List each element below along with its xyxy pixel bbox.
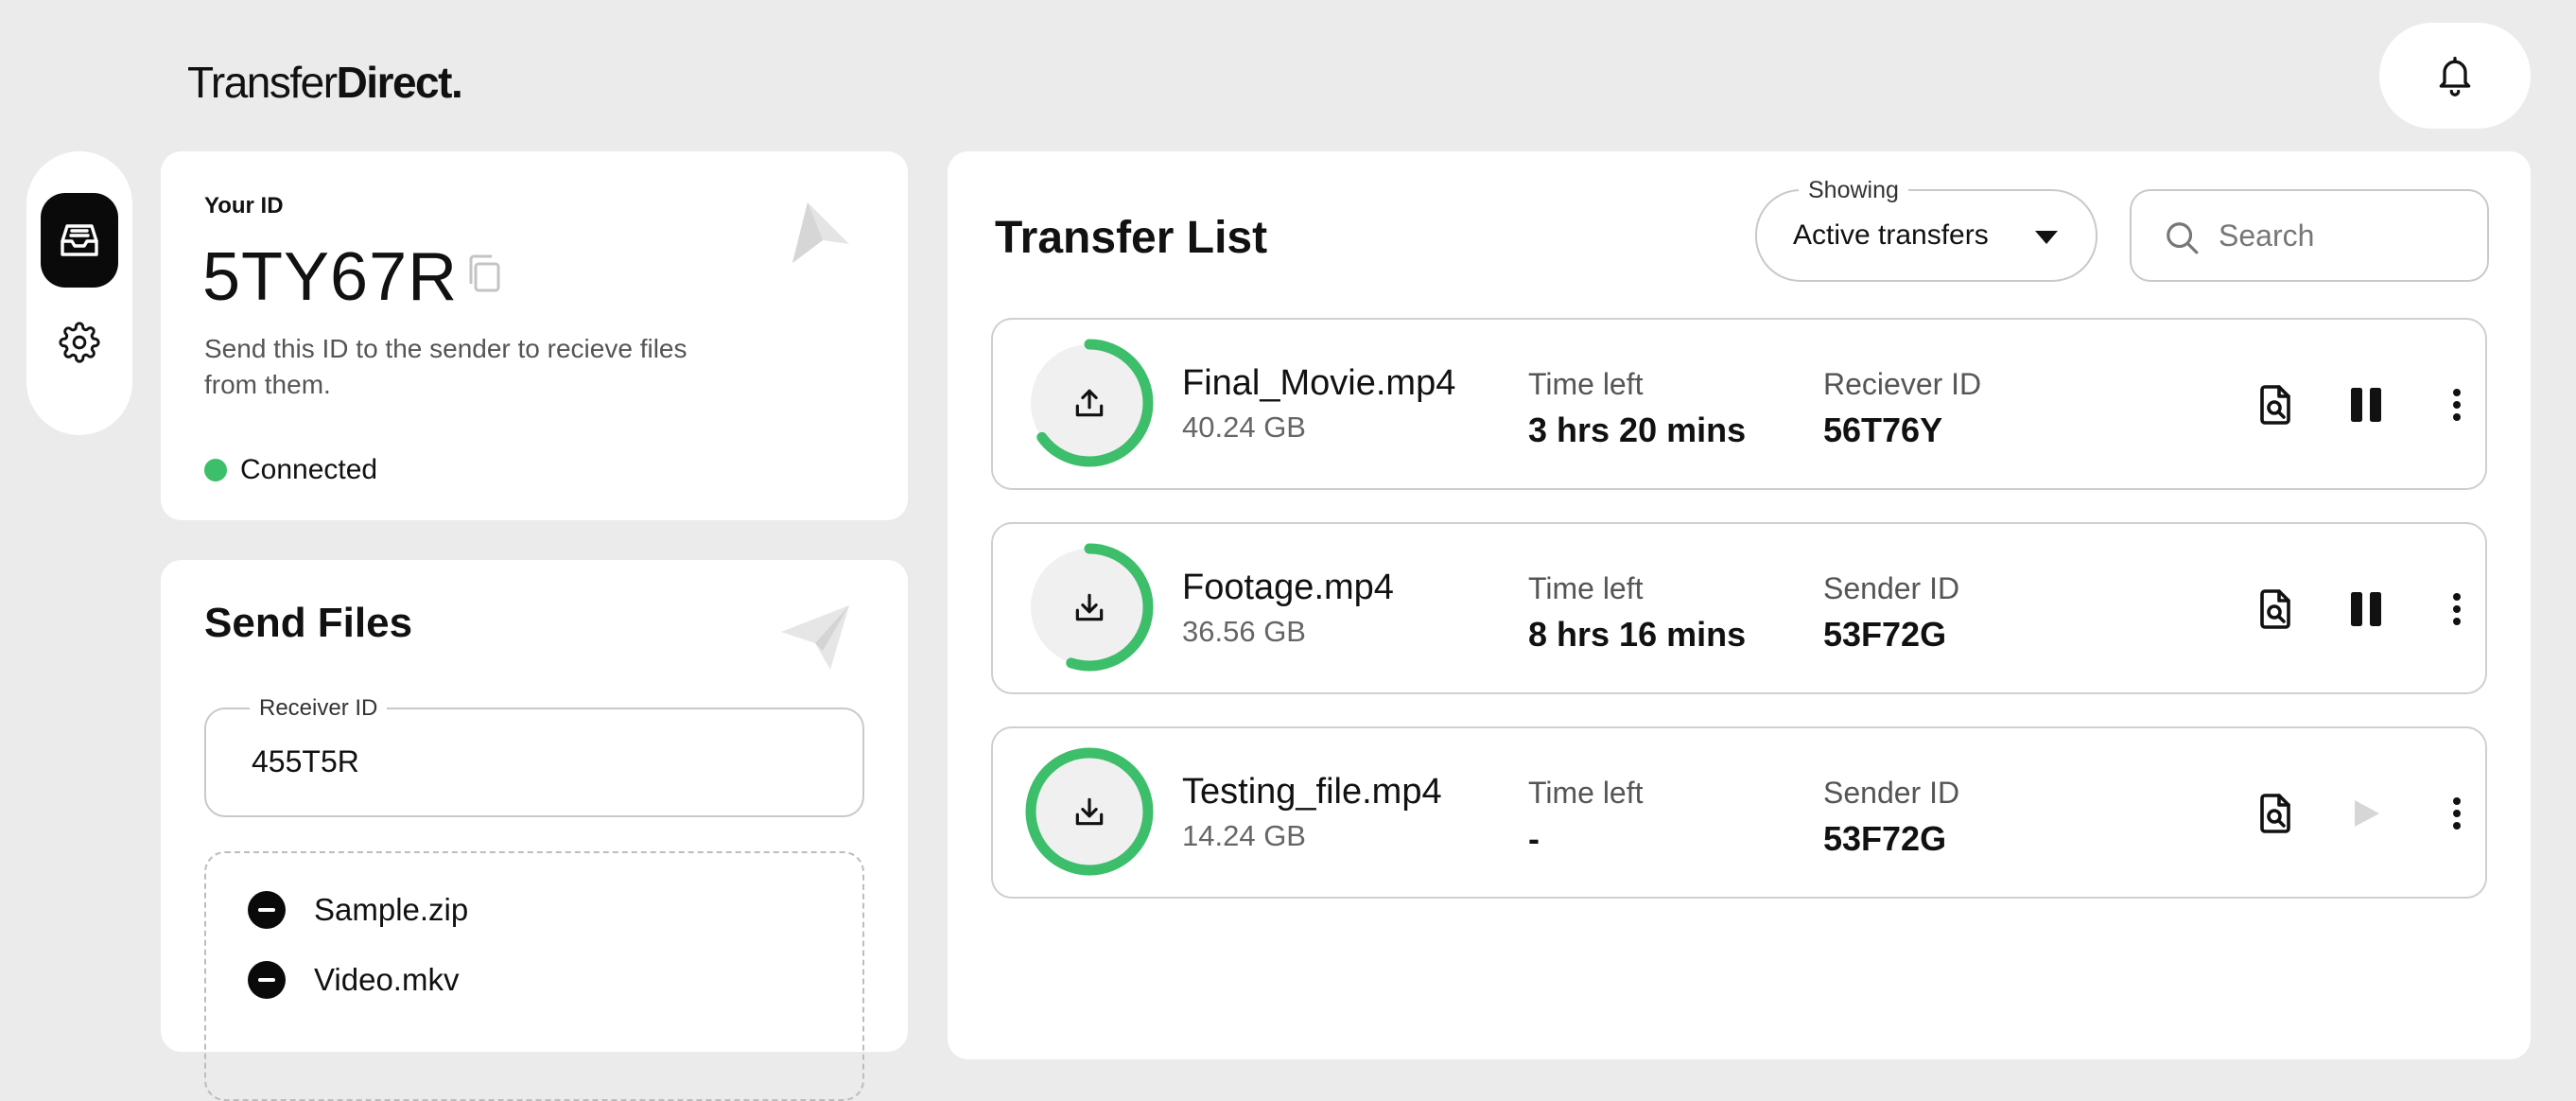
- copy-icon[interactable]: [465, 253, 501, 293]
- transfer-row[interactable]: Testing_file.mp4 14.24 GB Time left - Se…: [991, 726, 2487, 899]
- time-left-label: Time left: [1528, 776, 1644, 810]
- sidebar-item-settings[interactable]: [57, 320, 102, 365]
- logo-text-bold: Direct.: [336, 58, 463, 107]
- cursor-arrow-icon: [792, 202, 849, 263]
- peer-id-label: Sender ID: [1823, 776, 1960, 810]
- time-left-label: Time left: [1528, 571, 1644, 605]
- peer-id-value: 56T76Y: [1823, 411, 1943, 449]
- peer-id-label: Sender ID: [1823, 571, 1960, 605]
- preview-button[interactable]: [2251, 380, 2300, 429]
- peer-id-value: 53F72G: [1823, 819, 1947, 858]
- preview-button[interactable]: [2251, 585, 2300, 634]
- status-text: Connected: [240, 454, 378, 485]
- your-id-value: 5TY67R: [202, 239, 459, 315]
- gear-icon: [59, 322, 100, 363]
- search-icon: [2167, 222, 2199, 254]
- search-box: [2130, 189, 2489, 282]
- showing-filter-select[interactable]: Showing Active transfers: [1755, 177, 2097, 282]
- app-logo: TransferDirect.: [187, 57, 463, 108]
- send-files-card: Send Files Receiver ID Sample.zip Video.…: [161, 560, 908, 1101]
- file-name: Footage.mp4: [1182, 568, 1394, 607]
- connection-status: Connected: [204, 454, 377, 486]
- preview-button[interactable]: [2251, 789, 2300, 838]
- upload-icon: [1075, 389, 1104, 417]
- transfer-list-card: Transfer List Showing Active transfers F…: [948, 151, 2531, 1059]
- showing-label: Showing: [1799, 177, 1908, 204]
- play-icon: [2355, 800, 2379, 827]
- your-id-description: Send this ID to the sender to recieve fi…: [204, 334, 688, 399]
- time-left-label: Time left: [1528, 367, 1644, 401]
- file-name: Final_Movie.mp4: [1182, 363, 1456, 403]
- download-icon: [1075, 797, 1104, 826]
- time-left-value: 8 hrs 16 mins: [1528, 615, 1747, 654]
- file-name: Testing_file.mp4: [1182, 772, 1442, 812]
- file-name: Sample.zip: [314, 892, 469, 927]
- search-input[interactable]: [2219, 214, 2464, 257]
- sidebar-item-transfers[interactable]: [41, 193, 118, 288]
- more-options-button[interactable]: [2432, 380, 2481, 429]
- more-options-button[interactable]: [2432, 789, 2481, 838]
- download-icon: [1075, 593, 1104, 621]
- time-left-value: -: [1528, 819, 1540, 858]
- peer-id-value: 53F72G: [1823, 615, 1947, 654]
- transfer-row[interactable]: Final_Movie.mp4 40.24 GB Time left 3 hrs…: [991, 318, 2487, 490]
- receiver-id-input[interactable]: [252, 738, 819, 785]
- sidebar-nav: [26, 151, 132, 435]
- pause-button[interactable]: [2341, 585, 2391, 634]
- receiver-id-label: Receiver ID: [250, 695, 388, 722]
- caret-down-icon: [2035, 231, 2058, 244]
- more-vertical-icon: [2453, 389, 2461, 421]
- more-options-button[interactable]: [2432, 585, 2481, 634]
- pause-button[interactable]: [2341, 380, 2391, 429]
- file-search-icon: [2260, 385, 2290, 425]
- inbox-icon: [61, 224, 98, 256]
- showing-value: Active transfers: [1793, 219, 1989, 251]
- send-files-title: Send Files: [204, 600, 413, 646]
- file-search-icon: [2260, 794, 2290, 833]
- list-item: Sample.zip: [248, 891, 468, 929]
- file-drop-zone[interactable]: Sample.zip Video.mkv: [204, 851, 864, 1101]
- more-vertical-icon: [2453, 797, 2461, 830]
- file-size: 14.24 GB: [1182, 819, 1306, 852]
- file-size: 36.56 GB: [1182, 615, 1306, 648]
- remove-file-icon[interactable]: [248, 891, 286, 929]
- pause-icon: [2351, 388, 2381, 422]
- your-id-label: Your ID: [204, 193, 284, 218]
- pause-icon: [2351, 592, 2381, 626]
- logo-text-light: Transfer: [187, 58, 338, 107]
- remove-file-icon[interactable]: [248, 961, 286, 999]
- bell-icon: [2439, 57, 2471, 96]
- receiver-id-field: Receiver ID: [204, 695, 864, 817]
- your-id-card: Your ID 5TY67R Send this ID to the sende…: [161, 151, 908, 520]
- play-button[interactable]: [2341, 789, 2391, 838]
- list-item: Video.mkv: [248, 961, 459, 999]
- more-vertical-icon: [2453, 593, 2461, 625]
- transfer-list-title: Transfer List: [995, 213, 1268, 263]
- paper-plane-icon: [781, 605, 849, 670]
- time-left-value: 3 hrs 20 mins: [1528, 411, 1747, 449]
- transfer-row[interactable]: Footage.mp4 36.56 GB Time left 8 hrs 16 …: [991, 522, 2487, 694]
- notifications-button[interactable]: [2379, 23, 2531, 129]
- file-name: Video.mkv: [314, 962, 460, 997]
- status-dot-icon: [204, 459, 227, 481]
- peer-id-label: Reciever ID: [1823, 367, 1982, 401]
- file-size: 40.24 GB: [1182, 411, 1306, 444]
- file-search-icon: [2260, 589, 2290, 629]
